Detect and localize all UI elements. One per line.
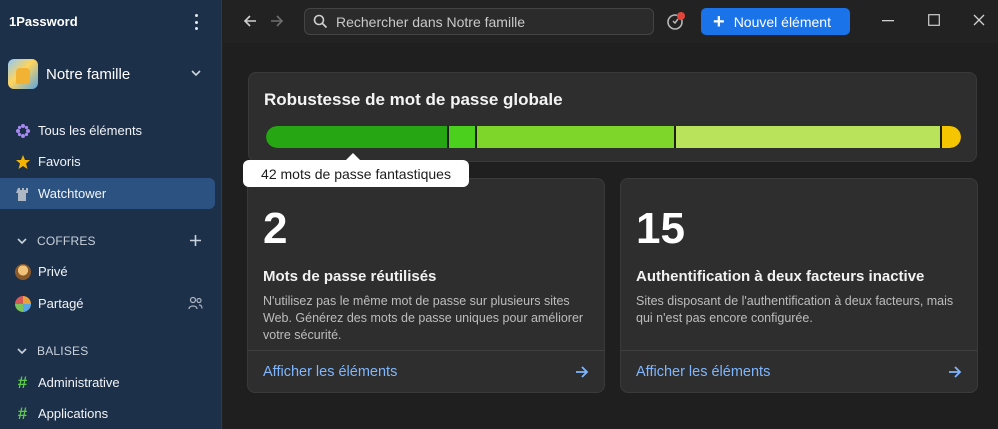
inactive-2fa-card: 15 Authentification à deux facteurs inac… [620,178,978,393]
stat-description: N'utilisez pas le même mot de passe sur … [263,294,584,342]
app-title: 1Password [9,14,78,29]
stat-title: Mots de passe réutilisés [263,268,437,285]
sidebar-item-label: Tous les éléments [38,123,143,138]
more-options-icon[interactable] [188,12,204,32]
strength-tooltip: 42 mots de passe fantastiques [243,153,469,187]
new-item-label: Nouvel élément [733,13,831,30]
all-items-icon [14,122,31,139]
strength-segment-fantastic[interactable] [266,126,449,148]
watchtower-alert-icon[interactable] [666,11,686,31]
maximize-icon[interactable] [928,14,940,26]
hashtag-icon: # [17,404,28,423]
plus-icon: + [713,10,725,33]
sidebar-item-label: Applications [38,406,109,421]
account-switcher[interactable]: Notre famille [8,58,214,90]
arrow-right-icon [576,365,589,378]
arrow-right-icon [949,365,962,378]
sidebar-item-shared-vault[interactable]: Partagé [0,288,215,319]
search-placeholder: Rechercher dans Notre famille [336,13,526,30]
sidebar-item-private-vault[interactable]: Privé [0,256,215,287]
sidebar-item-label: Watchtower [38,186,107,201]
sidebar-item-favorites[interactable]: Favoris [0,146,215,177]
chevron-down-icon [191,70,201,77]
add-vault-icon[interactable] [189,234,202,247]
watchtower-icon [14,185,31,202]
stat-number: 2 [263,204,288,253]
sidebar-item-all-items[interactable]: Tous les éléments [0,115,215,146]
vaults-section-header[interactable]: COFFRES [0,229,222,253]
view-items-link-row[interactable]: Afficher les éléments [248,350,604,392]
strength-segment-fair[interactable] [942,126,961,148]
sidebar: 1Password Notre famille Tous les élément… [0,0,222,429]
sidebar-item-label: Partagé [38,296,84,311]
new-item-button[interactable]: + Nouvel élément [701,8,850,35]
strength-segment-very-good[interactable] [477,126,676,148]
reused-passwords-card: 2 Mots de passe réutilisés N'utilisez pa… [247,178,605,393]
people-icon [188,296,203,310]
sidebar-item-label: Favoris [38,154,81,169]
vault-private-icon [14,263,31,280]
password-strength-card: Robustesse de mot de passe globale [248,72,977,162]
stat-number: 15 [636,204,685,253]
chevron-down-icon [17,348,27,355]
strength-segment-good[interactable] [676,126,942,148]
section-label: COFFRES [37,234,96,248]
forward-arrow-icon[interactable] [269,13,285,29]
minimize-icon[interactable] [882,20,894,22]
hashtag-icon: # [17,373,28,392]
account-avatar [8,59,38,89]
strength-segment-excellent[interactable] [449,126,477,148]
account-name: Notre famille [46,65,131,83]
search-icon [313,14,328,29]
close-icon[interactable] [973,14,985,26]
view-items-link[interactable]: Afficher les éléments [263,364,397,380]
tags-section-header[interactable]: BALISES [0,339,222,363]
sidebar-item-label: Privé [38,264,68,279]
vault-shared-icon [14,295,31,312]
stat-title: Authentification à deux facteurs inactiv… [636,268,925,285]
star-icon [14,153,31,170]
view-items-link-row[interactable]: Afficher les éléments [621,350,977,392]
sidebar-item-tag-administrative[interactable]: # Administrative [0,367,215,398]
top-bar: Rechercher dans Notre famille + Nouvel é… [223,0,998,43]
main-content: Robustesse de mot de passe globale 42 mo… [223,43,998,429]
chevron-down-icon [17,238,27,245]
search-input[interactable]: Rechercher dans Notre famille [304,8,654,35]
back-arrow-icon[interactable] [242,13,258,29]
view-items-link[interactable]: Afficher les éléments [636,364,770,380]
sidebar-item-tag-applications[interactable]: # Applications [0,398,215,429]
stat-description: Sites disposant de l'authentification à … [636,294,954,325]
strength-title: Robustesse de mot de passe globale [264,90,563,109]
sidebar-item-watchtower[interactable]: Watchtower [0,178,215,209]
strength-bar [266,126,961,148]
sidebar-item-label: Administrative [38,375,120,390]
section-label: BALISES [37,344,89,358]
